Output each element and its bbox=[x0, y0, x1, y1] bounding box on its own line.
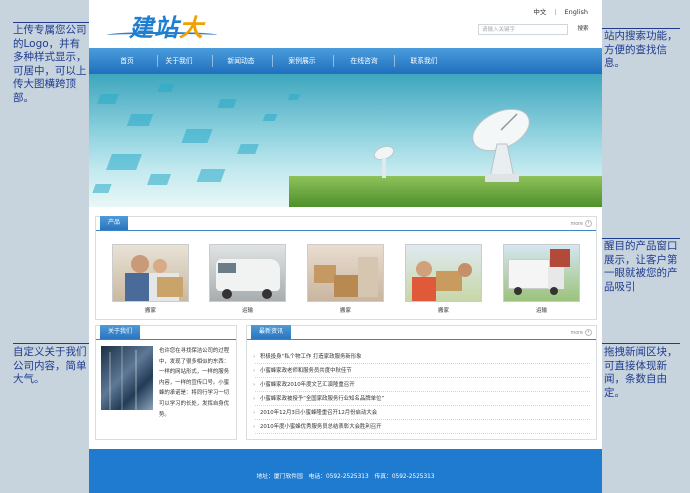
search-input[interactable]: 请输入关键字 bbox=[478, 24, 568, 35]
products-tab[interactable]: 产品 bbox=[100, 216, 129, 230]
news-item[interactable]: 2010年度小蜜蜂优秀服务员总结表彰大会胜利召开 bbox=[253, 420, 590, 434]
site-header: 建站大师 中文 | English 请输入关键字 搜索 bbox=[89, 0, 602, 77]
product-item[interactable]: 搬家 bbox=[307, 244, 384, 314]
product-caption: 运输 bbox=[241, 308, 253, 314]
annotation-products: 醒目的产品窗口展示，让客户第一眼就被您的产品吸引 bbox=[604, 240, 678, 293]
banner-tile bbox=[106, 154, 142, 170]
annotation-about: 自定义关于我们公司内容，简单大气。 bbox=[13, 346, 87, 385]
section-divider bbox=[96, 339, 236, 340]
main-nav: 首页 关于我们 新闻动态 案例展示 在线咨询 联系我们 bbox=[89, 48, 602, 74]
banner-tile bbox=[237, 144, 259, 154]
about-section: 关于我们 也许您在寻找保洁公司的过程中，发现了很多相似的东西：一样的网站形式，一… bbox=[95, 325, 237, 440]
products-more-link[interactable]: more › bbox=[571, 220, 592, 227]
product-item[interactable]: 运输 bbox=[209, 244, 286, 314]
language-switch: 中文 | English bbox=[529, 6, 592, 16]
product-image bbox=[503, 244, 580, 302]
site-logo[interactable]: 建站大师 bbox=[107, 6, 227, 77]
product-image bbox=[209, 244, 286, 302]
banner-tile bbox=[97, 94, 119, 104]
news-item[interactable]: 小蜜蜂家政被授予“全国家政服务行业知名品牌单位” bbox=[253, 392, 590, 406]
news-list: 积极投身“私个物工作 打造家政服务新形象 小蜜蜂家政老师和服务员共度中秋佳节 小… bbox=[253, 350, 590, 434]
product-image bbox=[307, 244, 384, 302]
product-caption: 搬家 bbox=[339, 308, 351, 314]
banner-tile bbox=[92, 184, 112, 193]
section-divider bbox=[247, 339, 596, 340]
product-caption: 搬家 bbox=[144, 308, 156, 314]
banner-grass bbox=[289, 176, 602, 207]
lang-en-link[interactable]: English bbox=[565, 8, 588, 16]
nav-contact[interactable]: 联系我们 bbox=[394, 48, 454, 74]
chevron-right-icon: › bbox=[585, 220, 592, 227]
hero-banner bbox=[89, 74, 602, 207]
banner-tile bbox=[196, 169, 226, 182]
site-footer: 地址：厦门软件园 电话：0592-2525313 传真：0592-2525313 bbox=[89, 449, 602, 493]
news-item[interactable]: 积极投身“私个物工作 打造家政服务新形象 bbox=[253, 350, 590, 364]
nav-cases[interactable]: 案例展示 bbox=[272, 48, 332, 74]
website-page: 建站大师 中文 | English 请输入关键字 搜索 首页 关于我们 新闻动态 案… bbox=[89, 0, 602, 493]
product-item[interactable]: 搬家 bbox=[112, 244, 189, 314]
products-section: 产品 more › 搬家 运输 搬家 搬家 运输 bbox=[95, 216, 597, 320]
nav-news[interactable]: 新闻动态 bbox=[211, 48, 271, 74]
lang-zh-link[interactable]: 中文 bbox=[533, 8, 546, 16]
product-caption: 运输 bbox=[535, 308, 547, 314]
banner-tile bbox=[262, 114, 278, 121]
news-section: 最新资讯 more› 积极投身“私个物工作 打造家政服务新形象 小蜜蜂家政老师和… bbox=[246, 325, 597, 440]
annotation-search: 站内搜索功能，方便的查找信息。 bbox=[604, 30, 678, 69]
about-text: 也许您在寻找保洁公司的过程中，发现了很多相似的东西：一样的网站形式，一样的服务内… bbox=[159, 348, 230, 418]
footer-contact-text: 地址：厦门软件园 电话：0592-2525313 传真：0592-2525313 bbox=[256, 474, 435, 480]
nav-consult[interactable]: 在线咨询 bbox=[334, 48, 394, 74]
small-dish-icon bbox=[373, 146, 395, 178]
satellite-dish-icon bbox=[472, 108, 530, 182]
lang-separator: | bbox=[554, 8, 557, 16]
product-caption: 搬家 bbox=[437, 308, 449, 314]
banner-tile bbox=[181, 129, 213, 143]
annotation-news: 拖拽新闻区块，可直接体现新闻，条数自由定。 bbox=[604, 346, 678, 399]
banner-tile bbox=[146, 174, 172, 185]
nav-home[interactable]: 首页 bbox=[97, 48, 157, 74]
banner-tile bbox=[157, 84, 175, 92]
chevron-right-icon: › bbox=[585, 329, 592, 336]
news-item[interactable]: 小蜜蜂家政2010年度文艺汇演隆重召开 bbox=[253, 378, 590, 392]
product-item[interactable]: 搬家 bbox=[405, 244, 482, 314]
news-item[interactable]: 小蜜蜂家政老师和服务员共度中秋佳节 bbox=[253, 364, 590, 378]
product-image bbox=[405, 244, 482, 302]
nav-about[interactable]: 关于我们 bbox=[149, 48, 209, 74]
product-item[interactable]: 运输 bbox=[503, 244, 580, 314]
search-button[interactable]: 搜索 bbox=[572, 24, 594, 35]
news-item[interactable]: 2010年12月3日小蜜蜂隆重召开12月份启动大会 bbox=[253, 406, 590, 420]
news-tab[interactable]: 最新资讯 bbox=[251, 325, 292, 339]
news-more-link[interactable]: more › bbox=[571, 329, 592, 336]
about-tab[interactable]: 关于我们 bbox=[100, 325, 141, 339]
banner-tile bbox=[126, 114, 154, 126]
section-divider bbox=[96, 230, 596, 231]
banner-tile bbox=[287, 94, 301, 100]
annotation-logo: 上传专属您公司的Logo，并有多种样式显示，可居中，可以上传大图横跨顶部。 bbox=[13, 24, 87, 104]
banner-tile bbox=[217, 99, 237, 108]
product-image bbox=[112, 244, 189, 302]
